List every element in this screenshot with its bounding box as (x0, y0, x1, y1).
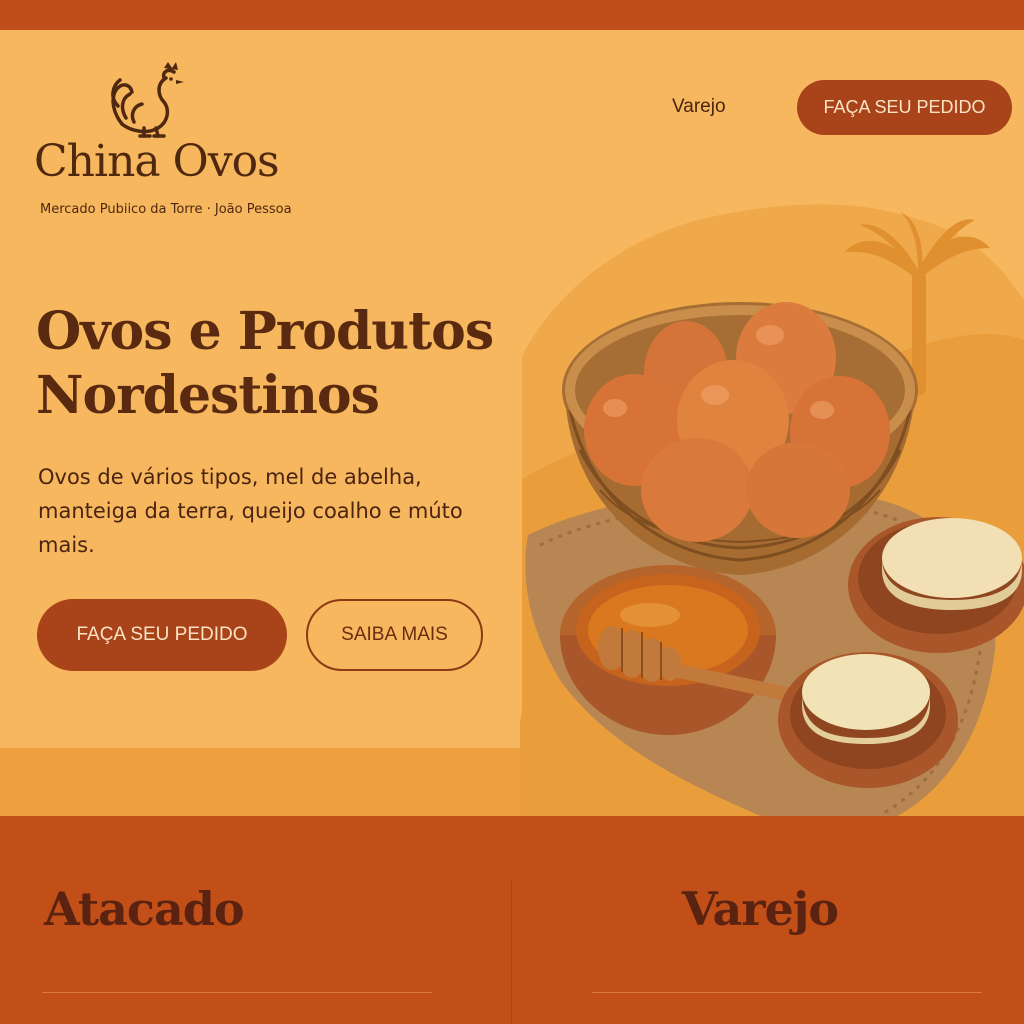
rooster-icon (111, 62, 184, 138)
brand-name: China Ovos (34, 136, 280, 187)
top-bar (0, 0, 1024, 30)
hero-lead: Ovos de vários tipos, mel de abelha, man… (38, 465, 463, 557)
wholesale-title[interactable]: Atacado (44, 882, 245, 936)
nav-order-button[interactable]: FAÇA SEU PEDIDO (797, 80, 1012, 135)
retail-title[interactable]: Varejo (682, 882, 839, 936)
learn-more-button[interactable]: SAIBA MAIS (306, 599, 483, 671)
divider-line (592, 992, 982, 993)
order-button[interactable]: FAÇA SEU PEDIDO (37, 599, 287, 671)
brand-logo[interactable]: China Ovos Mercado Pubiico da Torre · Jo… (34, 62, 334, 222)
column-divider (511, 880, 512, 1024)
brand-subtitle: Mercado Pubiico da Torre · João Pessoa (40, 202, 292, 217)
nav-link-varejo[interactable]: Varejo (672, 96, 726, 118)
divider-line (42, 992, 432, 993)
hero-headline: Ovos e Produtos Nordestinos (36, 301, 494, 426)
